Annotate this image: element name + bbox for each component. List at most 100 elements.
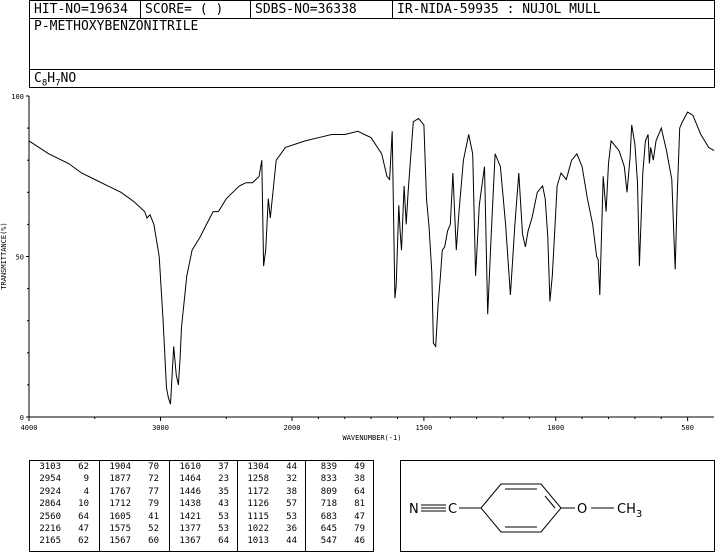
peak-wavenumber: 645 bbox=[320, 523, 337, 534]
peak-row: 3103 62 bbox=[30, 461, 99, 473]
peak-wavenumber: 683 bbox=[320, 511, 337, 522]
nitrile-c: C bbox=[448, 502, 457, 517]
peak-transmittance: 72 bbox=[148, 474, 159, 485]
peak-wavenumber: 1610 bbox=[179, 462, 201, 472]
peak-row: 1421 53 bbox=[170, 511, 237, 523]
peak-row: 1712 79 bbox=[100, 498, 169, 510]
peak-wavenumber: 1421 bbox=[179, 511, 201, 522]
peak-row: 645 79 bbox=[306, 523, 373, 535]
peak-wavenumber: 809 bbox=[320, 486, 337, 497]
peak-row: 2864 10 bbox=[30, 498, 99, 510]
peak-row: 1367 64 bbox=[170, 535, 237, 547]
peak-transmittance: 47 bbox=[354, 511, 365, 522]
peak-row: 1115 53 bbox=[238, 511, 305, 523]
peak-transmittance: 79 bbox=[148, 499, 159, 510]
peak-row: 547 46 bbox=[306, 535, 373, 547]
peak-transmittance: 43 bbox=[218, 499, 229, 510]
peak-wavenumber: 1304 bbox=[247, 462, 269, 472]
peak-table: 3103 62 2954 9 2924 4 2864 10 2560 64 2216 47 2165 62… bbox=[29, 460, 374, 552]
x-tick-label: 1500 bbox=[415, 424, 432, 432]
peak-transmittance: 64 bbox=[78, 511, 89, 522]
molecule-structure: N C O CH3 bbox=[409, 483, 642, 533]
peak-transmittance: 79 bbox=[354, 523, 365, 534]
peak-wavenumber: 839 bbox=[320, 462, 337, 472]
y-tick-label: 100 bbox=[11, 93, 24, 101]
transmittance-line bbox=[28, 111, 715, 405]
peak-wavenumber: 833 bbox=[320, 474, 337, 485]
peak-wavenumber: 1115 bbox=[247, 511, 269, 522]
peak-wavenumber: 1172 bbox=[247, 486, 269, 497]
compound-name-box: P-METHOXYBENZONITRILE bbox=[29, 18, 715, 70]
peak-wavenumber: 2864 bbox=[39, 499, 61, 510]
peak-row: 1377 53 bbox=[170, 523, 237, 535]
peak-wavenumber: 1605 bbox=[109, 511, 131, 522]
peak-row: 1013 44 bbox=[238, 535, 305, 547]
molecular-formula: C8H7NO bbox=[34, 71, 77, 89]
peak-row: 1904 70 bbox=[100, 461, 169, 473]
peak-wavenumber: 2560 bbox=[39, 511, 61, 522]
peak-wavenumber: 1464 bbox=[179, 474, 201, 485]
peak-row: 839 49 bbox=[306, 461, 373, 473]
peak-transmittance: 35 bbox=[218, 486, 229, 497]
peak-column: 3103 62 2954 9 2924 4 2864 10 2560 64 2216 47 2165 62 bbox=[30, 461, 100, 551]
peak-wavenumber: 1446 bbox=[179, 486, 201, 497]
peak-row: 2216 47 bbox=[30, 523, 99, 535]
peak-row: 1767 77 bbox=[100, 486, 169, 498]
peak-wavenumber: 1567 bbox=[109, 536, 131, 547]
peak-column: 839 49 833 38 809 64 718 81 683 47 645 79 547 46 bbox=[306, 461, 373, 551]
peak-transmittance: 53 bbox=[286, 511, 297, 522]
peak-transmittance: 64 bbox=[218, 536, 229, 547]
peak-transmittance: 4 bbox=[83, 486, 89, 497]
peak-transmittance: 32 bbox=[286, 474, 297, 485]
peak-transmittance: 47 bbox=[78, 523, 89, 534]
peak-row: 1610 37 bbox=[170, 461, 237, 473]
peak-transmittance: 46 bbox=[354, 536, 365, 547]
peak-row: 809 64 bbox=[306, 486, 373, 498]
peak-row: 1575 52 bbox=[100, 523, 169, 535]
peak-transmittance: 53 bbox=[218, 523, 229, 534]
peak-row: 1877 72 bbox=[100, 473, 169, 485]
peak-wavenumber: 1013 bbox=[247, 536, 269, 547]
peak-wavenumber: 2924 bbox=[39, 486, 61, 497]
peak-transmittance: 9 bbox=[83, 474, 89, 485]
peak-transmittance: 70 bbox=[148, 462, 159, 472]
plot-axes bbox=[28, 96, 714, 418]
peak-transmittance: 38 bbox=[286, 486, 297, 497]
peak-wavenumber: 718 bbox=[320, 499, 337, 510]
ir-info-label: IR-NIDA-59935 : NUJOL MULL bbox=[397, 2, 601, 17]
x-tick-label: 1000 bbox=[547, 424, 564, 432]
peak-transmittance: 23 bbox=[218, 474, 229, 485]
peak-transmittance: 49 bbox=[354, 462, 365, 472]
peak-row: 1446 35 bbox=[170, 486, 237, 498]
score-label: SCORE= ( ) bbox=[141, 1, 251, 19]
peak-row: 1304 44 bbox=[238, 461, 305, 473]
peak-transmittance: 64 bbox=[354, 486, 365, 497]
sdbs-no-label: SDBS-NO=36338 bbox=[251, 1, 393, 19]
peak-transmittance: 52 bbox=[148, 523, 159, 534]
peak-row: 2165 62 bbox=[30, 535, 99, 547]
peak-column: 1610 37 1464 23 1446 35 1438 43 1421 53 1377 53 1367… bbox=[170, 461, 238, 551]
methyl-group: CH3 bbox=[617, 502, 642, 520]
peak-row: 2924 4 bbox=[30, 486, 99, 498]
peak-row: 1258 32 bbox=[238, 473, 305, 485]
peak-wavenumber: 2954 bbox=[39, 474, 61, 485]
y-tick-label: 50 bbox=[16, 254, 24, 262]
peak-wavenumber: 1367 bbox=[179, 536, 201, 547]
y-tick-label: 0 bbox=[20, 414, 24, 422]
peak-transmittance: 77 bbox=[148, 486, 159, 497]
peak-transmittance: 44 bbox=[286, 462, 297, 472]
x-axis-label: WAVENUMBER(-1) bbox=[342, 434, 401, 442]
peak-transmittance: 62 bbox=[78, 462, 89, 472]
structure-box: N C O CH3 bbox=[400, 460, 715, 552]
peak-row: 833 38 bbox=[306, 473, 373, 485]
peak-wavenumber: 2216 bbox=[39, 523, 61, 534]
peak-wavenumber: 1438 bbox=[179, 499, 201, 510]
nitrile-n: N bbox=[409, 502, 419, 517]
peak-column: 1904 70 1877 72 1767 77 1712 79 1605 41 1575 52 1567… bbox=[100, 461, 170, 551]
peak-transmittance: 57 bbox=[286, 499, 297, 510]
peak-row: 718 81 bbox=[306, 498, 373, 510]
formula-box: C8H7NO bbox=[29, 69, 715, 89]
hit-no-label: HIT-NO=19634 bbox=[30, 1, 141, 19]
x-tick-label: 2000 bbox=[284, 424, 301, 432]
peak-wavenumber: 2165 bbox=[39, 536, 61, 547]
